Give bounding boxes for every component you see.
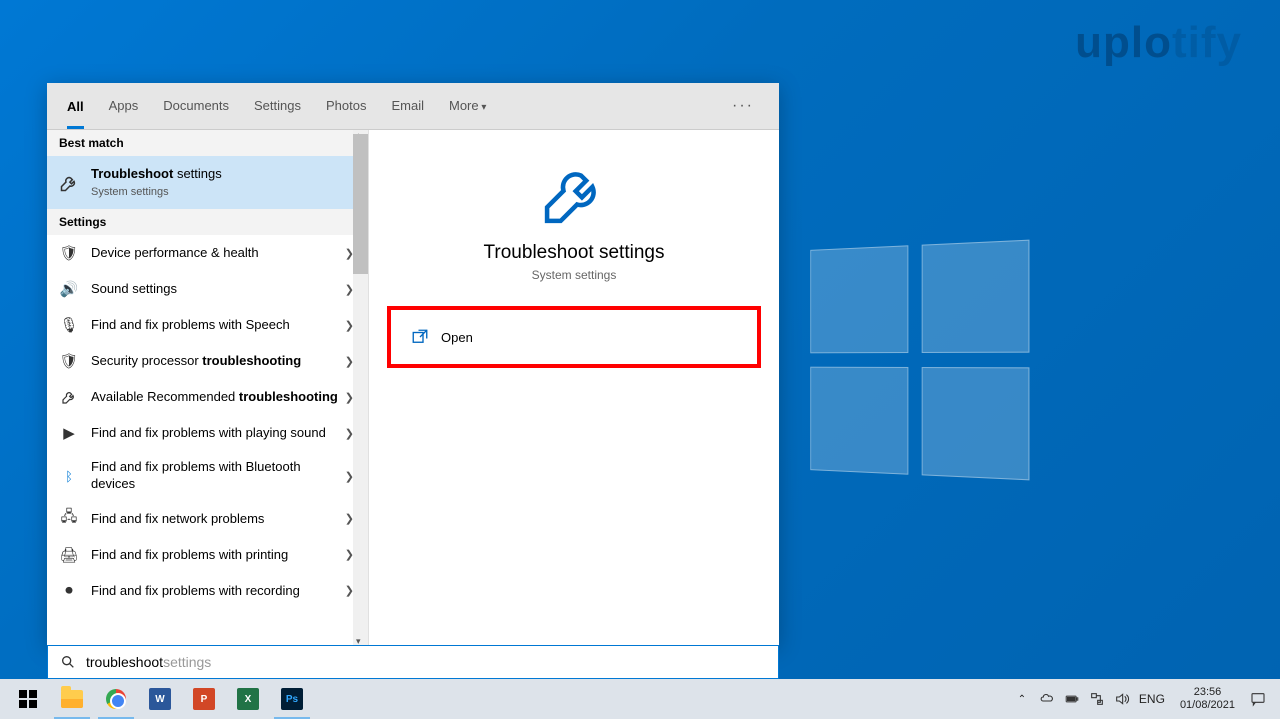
result-sound-settings[interactable]: 🔊 Sound settings ❯ [47,271,368,307]
taskbar-excel[interactable]: X [226,679,270,719]
tab-documents[interactable]: Documents [163,98,229,115]
best-match-header: Best match [47,130,368,156]
tab-email[interactable]: Email [391,98,424,115]
preview-pane: Troubleshoot settings System settings Op… [369,130,779,645]
result-label: Available Recommended troubleshooting [91,389,356,406]
tabs-overflow-button[interactable]: ··· [732,97,754,115]
search-input[interactable]: troubleshoot settings [47,645,779,679]
tab-settings[interactable]: Settings [254,98,301,115]
scroll-down-icon[interactable]: ▾ [356,636,365,645]
settings-header: Settings [47,209,368,235]
tab-all[interactable]: All [67,99,84,129]
taskbar-photoshop[interactable]: Ps [270,679,314,719]
result-label: Find and fix problems with Speech [91,317,356,334]
play-icon: ▶ [59,423,79,443]
onedrive-icon[interactable] [1039,691,1055,707]
search-typed-text: troubleshoot [86,654,163,670]
wrench-icon [59,387,79,407]
desktop-windows-logo [810,240,1029,481]
result-device-performance[interactable]: 🛡 Device performance & health ❯ [47,235,368,271]
open-action[interactable]: Open [387,306,761,368]
results-list: Best match Troubleshoot settings System … [47,130,369,645]
windows-icon [17,688,39,710]
wrench-icon [59,173,79,193]
result-speech-problems[interactable]: 🎙 Find and fix problems with Speech ❯ [47,307,368,343]
clock-time: 23:56 [1180,686,1235,699]
result-network[interactable]: 🖧 Find and fix network problems ❯ [47,501,368,537]
tab-more[interactable]: More [449,98,486,115]
bluetooth-icon: ᛒ [59,466,79,486]
result-label: Find and fix problems with Bluetooth dev… [91,459,356,493]
taskbar-file-explorer[interactable] [50,679,94,719]
result-printing[interactable]: 🖨 Find and fix problems with printing ❯ [47,537,368,573]
result-label: Find and fix problems with printing [91,547,356,564]
photoshop-icon: Ps [281,688,303,710]
result-label: Sound settings [91,281,356,298]
language-indicator[interactable]: ENG [1139,692,1165,706]
search-icon [60,654,76,670]
tab-apps[interactable]: Apps [109,98,139,115]
powerpoint-icon: P [193,688,215,710]
result-recording[interactable]: ⏺ Find and fix problems with recording ❯ [47,573,368,609]
system-tray: ⌃ ENG 23:56 01/08/2021 [1014,686,1274,712]
search-suggestion-text: settings [163,654,211,670]
open-icon [411,328,429,346]
folder-icon [61,688,83,710]
shield-icon: 🛡 [59,243,79,263]
speaker-icon: 🔊 [59,279,79,299]
result-label: Find and fix problems with recording [91,583,356,600]
shield-icon: 🛡 [59,351,79,371]
network-tray-icon[interactable] [1089,691,1105,707]
start-search-panel: All Apps Documents Settings Photos Email… [47,83,779,645]
result-label: Device performance & health [91,245,356,262]
search-tabs: All Apps Documents Settings Photos Email… [47,83,779,130]
best-match-text: Troubleshoot settings System settings [91,166,356,199]
clock-date: 01/08/2021 [1180,699,1235,712]
watermark-text: uplotify [1075,18,1242,68]
word-icon: W [149,688,171,710]
tab-photos[interactable]: Photos [326,98,366,115]
result-best-match[interactable]: Troubleshoot settings System settings [47,156,368,209]
action-center-icon[interactable] [1250,691,1266,707]
start-button[interactable] [6,679,50,719]
result-label: Find and fix network problems [91,511,356,528]
battery-icon[interactable] [1064,691,1080,707]
taskbar: W P X Ps ⌃ ENG 23:56 01/08/2021 [0,679,1280,719]
tray-overflow-button[interactable]: ⌃ [1014,691,1030,707]
preview-subtitle: System settings [532,268,617,282]
taskbar-word[interactable]: W [138,679,182,719]
chrome-icon [105,688,127,710]
preview-title: Troubleshoot settings [484,242,665,264]
result-label: Find and fix problems with playing sound [91,425,356,442]
result-bluetooth[interactable]: ᛒ Find and fix problems with Bluetooth d… [47,451,368,501]
scrollbar-thumb[interactable] [353,134,368,274]
taskbar-chrome[interactable] [94,679,138,719]
mic-icon: 🎙 [59,315,79,335]
record-icon: ⏺ [59,581,79,601]
excel-icon: X [237,688,259,710]
result-security-processor[interactable]: 🛡 Security processor troubleshooting ❯ [47,343,368,379]
results-scrollbar[interactable]: ▴ ▾ [353,130,368,645]
volume-icon[interactable] [1114,691,1130,707]
network-icon: 🖧 [59,509,79,529]
taskbar-powerpoint[interactable]: P [182,679,226,719]
result-playing-sound[interactable]: ▶ Find and fix problems with playing sou… [47,415,368,451]
result-label: Security processor troubleshooting [91,353,356,370]
result-recommended-troubleshooting[interactable]: Available Recommended troubleshooting ❯ [47,379,368,415]
open-action-label: Open [441,330,473,345]
clock[interactable]: 23:56 01/08/2021 [1180,686,1235,712]
printer-icon: 🖨 [59,545,79,565]
wrench-icon [540,160,608,228]
